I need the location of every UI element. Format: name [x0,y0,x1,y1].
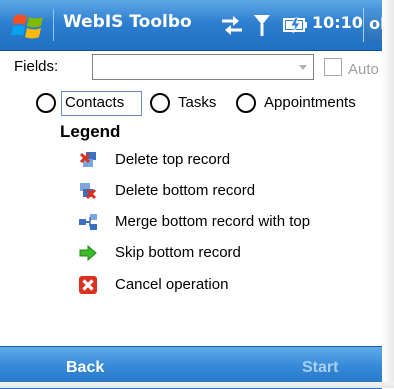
legend-label: Merge bottom record with top [115,213,311,230]
legend-item: Skip bottom record [78,243,368,269]
delete-bottom-record-icon [80,183,97,200]
legend-label: Cancel operation [115,276,229,293]
delete-top-record-icon [79,152,96,167]
signal-icon[interactable] [252,12,272,38]
radio-contacts[interactable] [36,93,56,113]
legend-item: Merge bottom record with top [78,212,368,238]
radio-label-contacts[interactable]: Contacts [65,94,124,111]
radio-label-appointments[interactable]: Appointments [264,94,356,111]
device-frame-bottom [0,382,394,388]
legend-item: Delete bottom record [78,181,368,207]
start-softkey[interactable]: Start [302,359,338,377]
sync-icon[interactable] [220,13,244,37]
fields-label: Fields: [14,58,59,75]
back-softkey[interactable]: Back [66,359,104,377]
legend-item: Cancel operation [78,275,368,301]
radio-appointments[interactable] [236,93,256,113]
merge-records-icon [79,214,97,230]
legend-label: Delete top record [115,151,231,168]
legend-label: Skip bottom record [115,244,241,261]
auto-label: Auto [348,61,379,78]
cancel-x-icon [79,276,97,294]
clock: 10:10 [312,13,363,32]
windows-start-icon[interactable] [10,10,48,42]
device-screen: WebIS Toolbo 10:10 ok Fields: Auto Conta… [0,0,394,389]
legend-title: Legend [60,122,121,141]
legend-item: Delete top record [78,150,368,176]
title-separator [53,9,54,41]
radio-label-tasks[interactable]: Tasks [178,94,216,111]
chevron-down-icon[interactable] [296,60,310,74]
fields-dropdown[interactable] [92,54,314,80]
radio-tasks[interactable] [150,93,170,113]
legend-label: Delete bottom record [115,182,256,199]
title-bar: WebIS Toolbo 10:10 ok [0,0,394,51]
device-frame-edge [382,0,394,388]
app-title: WebIS Toolbo [63,12,192,32]
battery-icon[interactable] [282,14,310,36]
skip-arrow-icon [79,244,97,262]
auto-checkbox[interactable] [324,58,342,76]
